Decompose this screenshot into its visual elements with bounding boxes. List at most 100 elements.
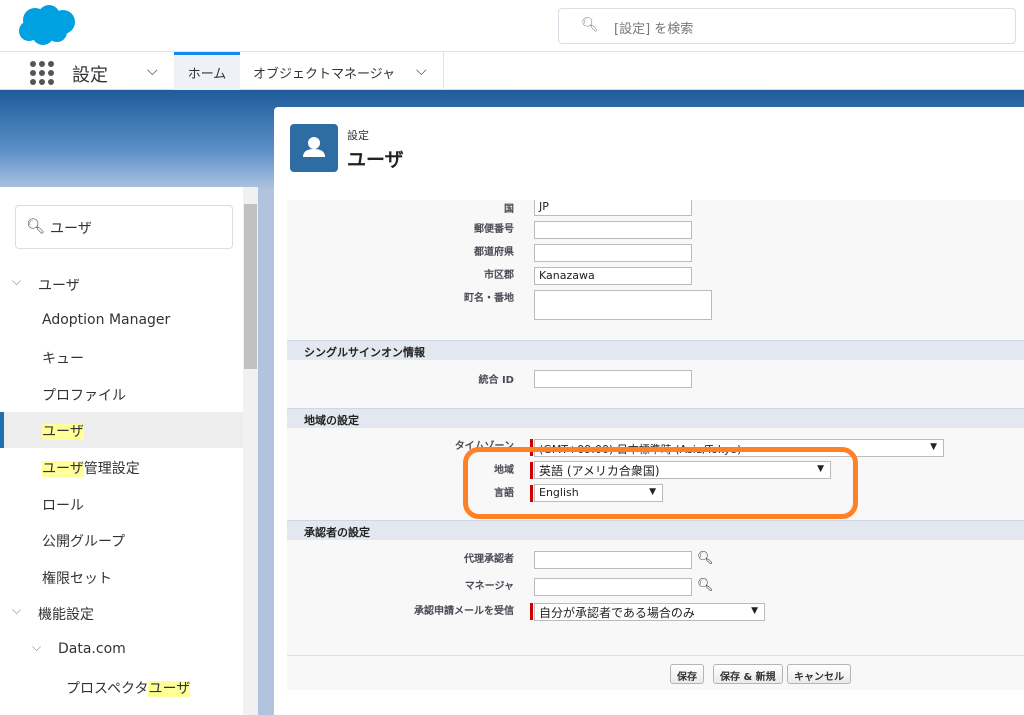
approval-email-select[interactable]: 自分が承認者である場合のみ ▼ (534, 603, 765, 621)
tab-label: ホーム (187, 67, 227, 82)
search-icon: 🔍︎ (581, 17, 599, 33)
search-placeholder: [設定] を検索 (614, 22, 694, 37)
sidebar-item-label: ユーザ (38, 278, 80, 294)
timezone-value: (GMT+09:00) 日本標準時 (Asia/Tokyo) (539, 443, 742, 456)
federation-id-input[interactable] (534, 370, 692, 388)
search-match-highlight: ユーザ (42, 461, 84, 477)
timezone-label: タイムゾーン (454, 441, 514, 452)
language-select[interactable]: English ▼ (534, 484, 663, 502)
setup-sidebar: 🔍︎ ユーザ ⌵ ユーザ Adoption Manager キュー プロファイル ユーザユ… (0, 187, 258, 715)
divider (287, 655, 1024, 656)
dropdown-arrow-icon: ▼ (649, 487, 656, 497)
sidebar-item[interactable]: Adoption Manager (0, 303, 243, 339)
sidebar-scrollbar[interactable] (243, 187, 258, 715)
city-label: 市区郡 (484, 270, 514, 281)
user-edit-form: 国 JP 郵便番号 都道府県 市区郡 Kanazawa 町名・番地 シングルサイ… (287, 200, 1024, 690)
scrollbar-thumb[interactable] (244, 204, 257, 369)
dropdown-arrow-icon: ▼ (751, 606, 758, 616)
sidebar-item-label: プロスペクタ (66, 680, 149, 697)
city-input[interactable]: Kanazawa (534, 267, 692, 285)
chevron-down-icon[interactable]: ⌵ (12, 603, 21, 618)
sidebar-item-label: 権限セット (42, 570, 112, 587)
approval-email-value: 自分が承認者である場合のみ (539, 606, 695, 620)
sidebar-item-label: Adoption Manager (42, 311, 171, 328)
save-new-button[interactable]: 保存 & 新規 (713, 664, 783, 684)
sidebar-item-label: 管理設定 (83, 461, 140, 477)
sidebar-item-label: 機能設定 (38, 607, 94, 624)
salesforce-logo[interactable] (15, 4, 77, 46)
timezone-select[interactable]: (GMT+09:00) 日本標準時 (Asia/Tokyo) ▼ (534, 439, 944, 457)
quick-find-value: ユーザ (50, 221, 92, 237)
required-marker (530, 603, 533, 620)
app-nav-bar: 設定 ⌵ ホーム オブジェクトマネージャ ⌵ (0, 52, 1024, 90)
manager-label: マネージャ (464, 581, 514, 592)
sidebar-item[interactable]: 公開グループ (0, 522, 243, 558)
state-label: 都道府県 (474, 247, 514, 258)
locale-select[interactable]: 英語 (アメリカ合衆国) ▼ (534, 461, 831, 479)
language-value: English (539, 486, 579, 499)
global-header: 🔍︎ [設定] を検索 (0, 0, 1024, 52)
chevron-down-icon[interactable]: ⌵ (147, 63, 158, 79)
postal-label: 郵便番号 (474, 224, 514, 235)
user-icon (290, 124, 338, 172)
tab-label: オブジェクトマネージャ (253, 67, 396, 82)
cancel-button[interactable]: キャンセル (787, 664, 851, 684)
locale-value: 英語 (アメリカ合衆国) (539, 464, 660, 478)
sidebar-item[interactable]: 権限セット (0, 559, 243, 595)
section-locale: 地域の設定 (287, 408, 1024, 428)
user-edit-panel: 国 JP 郵便番号 都道府県 市区郡 Kanazawa 町名・番地 シングルサイ… (274, 189, 1024, 715)
quick-find-input[interactable]: 🔍︎ ユーザ (15, 205, 233, 249)
chevron-down-icon[interactable]: ⌵ (12, 274, 21, 289)
approval-email-label: 承認申請メールを受信 (414, 606, 514, 617)
sidebar-item-label: Data.com (58, 641, 126, 657)
state-input[interactable] (534, 244, 692, 262)
sidebar-item[interactable]: ユーザ管理設定 (0, 449, 243, 485)
street-textarea[interactable] (534, 290, 712, 320)
dropdown-arrow-icon: ▼ (817, 464, 824, 474)
manager-input[interactable] (534, 578, 692, 596)
tab-object-manager[interactable]: オブジェクトマネージャ ⌵ (241, 52, 444, 90)
delegate-approver-input[interactable] (534, 551, 692, 569)
app-launcher-icon[interactable] (30, 61, 54, 85)
section-sso: シングルサインオン情報 (287, 340, 1024, 360)
lookup-icon[interactable]: 🔍︎ (697, 578, 714, 594)
sidebar-item[interactable]: プロスペクタユーザ (0, 669, 243, 705)
sidebar-group[interactable]: ⌵ 機能設定 (0, 595, 243, 631)
search-match-highlight: ユーザ (148, 680, 191, 697)
dropdown-arrow-icon: ▼ (930, 442, 937, 452)
country-input[interactable]: JP (534, 200, 692, 216)
sidebar-item-label: 公開グループ (42, 534, 126, 551)
search-icon: 🔍︎ (26, 217, 46, 235)
sidebar-item-label: ロール (42, 497, 84, 514)
save-button[interactable]: 保存 (670, 664, 704, 684)
sidebar-item[interactable]: プロファイル (0, 376, 243, 412)
search-match-highlight: ユーザ (42, 424, 84, 441)
page-title: ユーザ (347, 149, 404, 171)
federation-id-label: 統合 ID (478, 375, 514, 386)
postal-input[interactable] (534, 221, 692, 239)
street-label: 町名・番地 (464, 293, 514, 304)
sidebar-item[interactable]: ユーザ (0, 412, 243, 449)
chevron-down-icon[interactable]: ⌵ (416, 63, 427, 79)
tab-home[interactable]: ホーム (174, 52, 240, 90)
locale-label: 地域 (494, 465, 514, 476)
required-marker (530, 485, 533, 502)
sidebar-item-label: キュー (42, 351, 84, 368)
page-header: 設定 ユーザ (274, 107, 1024, 189)
country-label: 国 (504, 204, 514, 215)
sidebar-item[interactable]: ロール (0, 486, 243, 522)
sidebar-group[interactable]: ⌵ Data.com (0, 632, 243, 668)
required-marker (530, 439, 533, 456)
breadcrumb: 設定 (347, 129, 369, 142)
app-title: 設定 (72, 65, 108, 86)
global-search-input[interactable]: 🔍︎ [設定] を検索 (558, 8, 1016, 44)
chevron-down-icon[interactable]: ⌵ (32, 640, 41, 655)
section-approver: 承認者の設定 (287, 520, 1024, 540)
language-label: 言語 (494, 488, 514, 499)
delegate-approver-label: 代理承認者 (464, 554, 514, 565)
lookup-icon[interactable]: 🔍︎ (697, 551, 714, 567)
required-marker (530, 462, 533, 479)
sidebar-group[interactable]: ⌵ ユーザ (0, 266, 243, 302)
sidebar-item-label: プロファイル (42, 387, 126, 404)
sidebar-item[interactable]: キュー (0, 339, 243, 375)
